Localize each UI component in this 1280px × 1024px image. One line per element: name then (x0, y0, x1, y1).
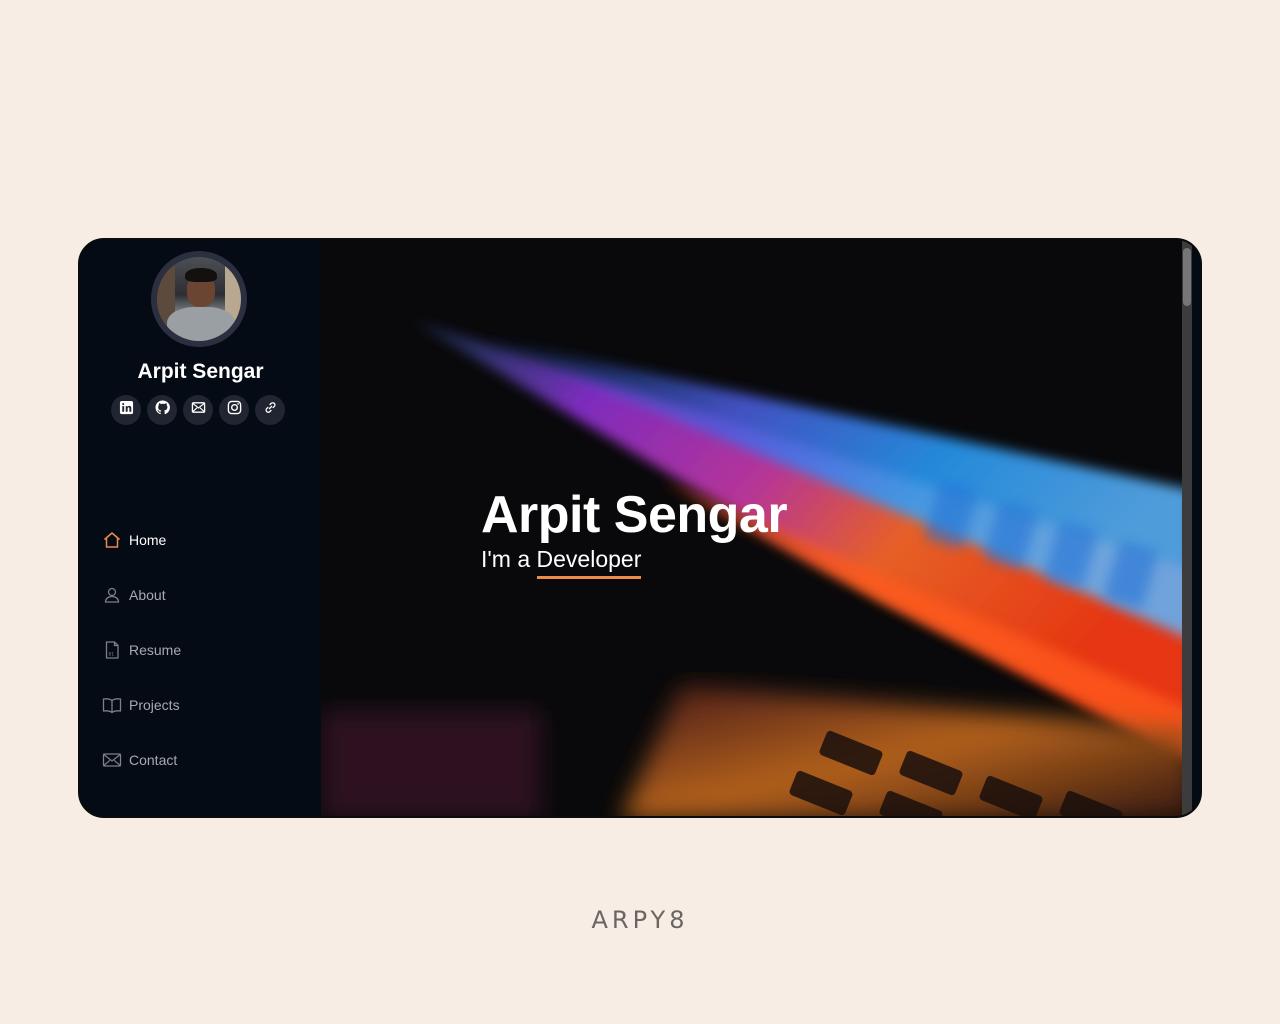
file-icon: 01 (102, 640, 122, 660)
mail-icon (191, 400, 206, 420)
email-button[interactable] (183, 395, 213, 425)
svg-text:01: 01 (109, 651, 115, 657)
instagram-button[interactable] (219, 395, 249, 425)
profile-name: Arpit Sengar (137, 360, 264, 383)
hero-title: Arpit Sengar (481, 486, 788, 544)
avatar (151, 251, 247, 347)
nav-item-contact[interactable]: Contact (102, 732, 181, 787)
scrollbar[interactable] (1182, 240, 1192, 816)
user-icon (102, 585, 122, 605)
github-button[interactable] (147, 395, 177, 425)
github-icon (154, 400, 170, 420)
brand-wordmark: ARPY8 (591, 906, 689, 934)
sidebar: Arpit Sengar Home About 01 Resume Projec… (80, 240, 321, 816)
hero-prefix: I'm a (481, 546, 531, 572)
book-icon (102, 695, 122, 715)
nav-item-projects[interactable]: Projects (102, 677, 181, 732)
hero-section: Arpit Sengar I'm a Developer (321, 240, 1192, 816)
main-nav: Home About 01 Resume Projects Contact (102, 512, 181, 787)
linkedin-icon (119, 400, 134, 420)
link-icon (263, 400, 278, 420)
hero-subtitle: I'm a Developer (481, 546, 642, 579)
nav-item-label: Contact (129, 751, 178, 768)
website-button[interactable] (255, 395, 285, 425)
nav-item-label: About (129, 586, 166, 603)
envelope-icon (102, 750, 122, 770)
linkedin-button[interactable] (111, 395, 141, 425)
nav-item-resume[interactable]: 01 Resume (102, 622, 181, 677)
home-icon (102, 530, 122, 550)
nav-item-label: Resume (129, 641, 182, 658)
browser-window: Arpit Sengar Home About 01 Resume Projec… (78, 238, 1202, 818)
nav-item-label: Projects (129, 696, 180, 713)
instagram-icon (227, 400, 242, 420)
scrollbar-thumb[interactable] (1183, 248, 1191, 306)
social-links (111, 395, 285, 425)
nav-item-home[interactable]: Home (102, 512, 181, 567)
nav-item-label: Home (129, 531, 167, 548)
typed-role: Developer (536, 546, 642, 579)
nav-item-about[interactable]: About (102, 567, 181, 622)
